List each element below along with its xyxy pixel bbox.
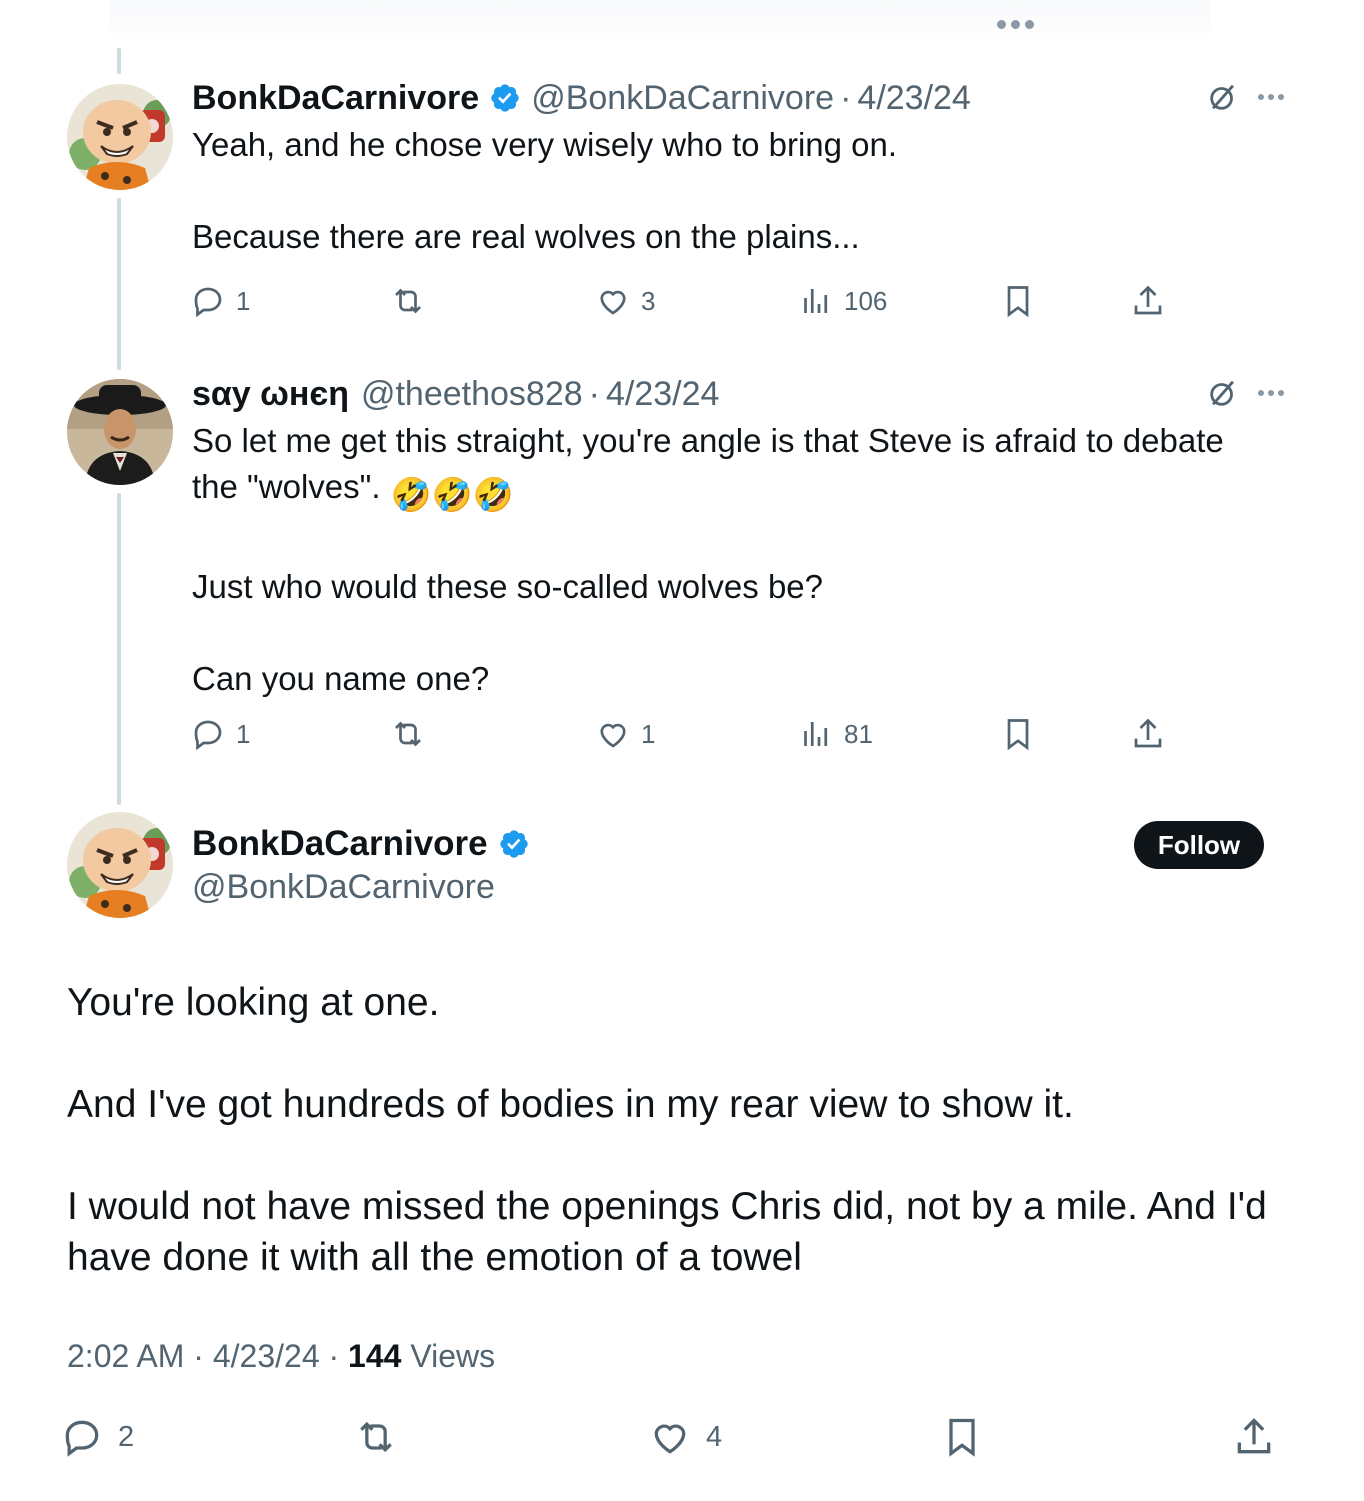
like-button[interactable]: 4 [648,1412,722,1462]
share-icon [1237,1418,1271,1454]
like-button[interactable]: 3 [595,279,655,323]
post-text-line: the "wolves". [192,468,381,505]
more-horizontal-icon[interactable] [990,12,1040,36]
main-post-header: BonkDaCarnivore @BonkDaCarnivore [192,820,540,907]
bookmark-button[interactable] [1000,279,1036,323]
heart-icon [654,1424,686,1454]
post-paragraph: You're looking at one. [67,981,440,1024]
share-icon [1134,718,1162,748]
separator-dot: · [328,1338,349,1374]
avatar[interactable] [67,84,173,190]
reply-button[interactable]: 1 [190,712,250,756]
repost-icon [360,1421,392,1453]
handle[interactable]: @BonkDaCarnivore [192,868,540,907]
follow-button[interactable]: Follow [1134,821,1264,869]
bookmark-icon [949,1418,975,1457]
view-count: 106 [844,285,888,316]
post-paragraph: And I've got hundreds of bodies in my re… [67,1083,1074,1126]
share-button[interactable] [1232,1412,1276,1462]
grok-icon[interactable] [1206,80,1240,114]
post-date[interactable]: 4/23/24 [606,375,719,414]
views-icon [804,289,828,313]
reply-icon [194,720,222,751]
bookmark-button[interactable] [940,1412,984,1462]
post-meta: 2:02 AM · 4/23/24 · 144 Views [67,1338,495,1375]
reply-count: 2 [118,1420,135,1453]
verified-badge-icon [491,84,519,112]
like-count: 1 [641,718,656,749]
separator-dot: · [193,1338,213,1374]
post-actions: 1 3 106 [190,279,1180,323]
post-text: Yeah, and he chose very wisely who to br… [192,122,1284,260]
bookmark-icon [1007,286,1029,318]
post-text-line: So let me get this straight, you're angl… [192,422,1224,459]
like-button[interactable]: 1 [595,712,655,756]
reply-button[interactable]: 1 [190,279,250,323]
avatar[interactable] [67,379,173,485]
grok-icon[interactable] [1206,376,1240,410]
thread-line [117,198,121,370]
separator-dot: · [840,78,852,117]
bookmark-icon [1007,719,1029,751]
post-text-line: Just who would these so-called wolves be… [192,568,824,605]
repost-icon [395,721,421,747]
post-text-line: Yeah, and he chose very wisely who to br… [192,126,898,163]
post-date[interactable]: 4/23/24 [213,1338,320,1374]
reply-post[interactable]: BonkDaCarnivore @BonkDaCarnivore · 4/23/… [192,76,1284,260]
thread-line [117,48,121,74]
post-time[interactable]: 2:02 AM [67,1338,184,1374]
reply-button[interactable]: 2 [60,1412,134,1462]
display-name[interactable]: BonkDaCarnivore [192,824,488,864]
main-post-text: You're looking at one. And I've got hund… [67,977,1287,1334]
views-button[interactable]: 106 [798,279,887,323]
repost-button[interactable] [354,1412,412,1462]
post-date[interactable]: 4/23/24 [857,79,970,118]
reply-count: 1 [236,285,251,316]
reply-icon [194,287,222,318]
views-icon [804,722,828,746]
display-name[interactable]: ѕαу ωнєη [192,375,349,414]
like-count: 4 [706,1420,723,1453]
handle[interactable]: @BonkDaCarnivore [531,79,834,118]
reply-post[interactable]: ѕαу ωнєη @theethos828 · 4/23/24 So let m… [192,372,1284,702]
bookmark-button[interactable] [1000,712,1036,756]
reply-icon [65,1420,99,1457]
view-count: 81 [844,718,873,749]
share-button[interactable] [1130,712,1166,756]
display-name[interactable]: BonkDaCarnivore [192,79,479,118]
post-actions: 1 1 81 [190,712,1180,756]
share-icon [1134,285,1162,315]
views-count: 144 [348,1338,402,1374]
thread-line [117,493,121,805]
post-text-line: Can you name one? [192,660,490,697]
post-text: So let me get this straight, you're angl… [192,418,1284,702]
repost-button[interactable] [390,279,436,323]
heart-icon [600,290,626,315]
views-label: Views [410,1338,496,1374]
handle[interactable]: @theethos828 [361,375,583,414]
like-count: 3 [641,285,656,316]
repost-button[interactable] [390,712,436,756]
reply-count: 1 [236,718,251,749]
main-post-actions: 2 4 [60,1412,1290,1462]
more-icon[interactable] [1258,390,1284,396]
views-button[interactable]: 81 [798,712,873,756]
separator-dot: · [588,374,600,413]
avatar[interactable] [67,812,173,918]
repost-icon [395,288,421,314]
more-icon[interactable] [1258,94,1284,100]
post-paragraph: I would not have missed the openings Chr… [67,1185,1267,1279]
heart-icon [600,723,626,748]
laughing-emoji: 🤣🤣🤣 [390,476,514,513]
share-button[interactable] [1130,279,1166,323]
verified-badge-icon [499,830,528,858]
post-text-line: Because there are real wolves on the pla… [192,218,860,255]
previous-post-fade [110,0,1210,44]
